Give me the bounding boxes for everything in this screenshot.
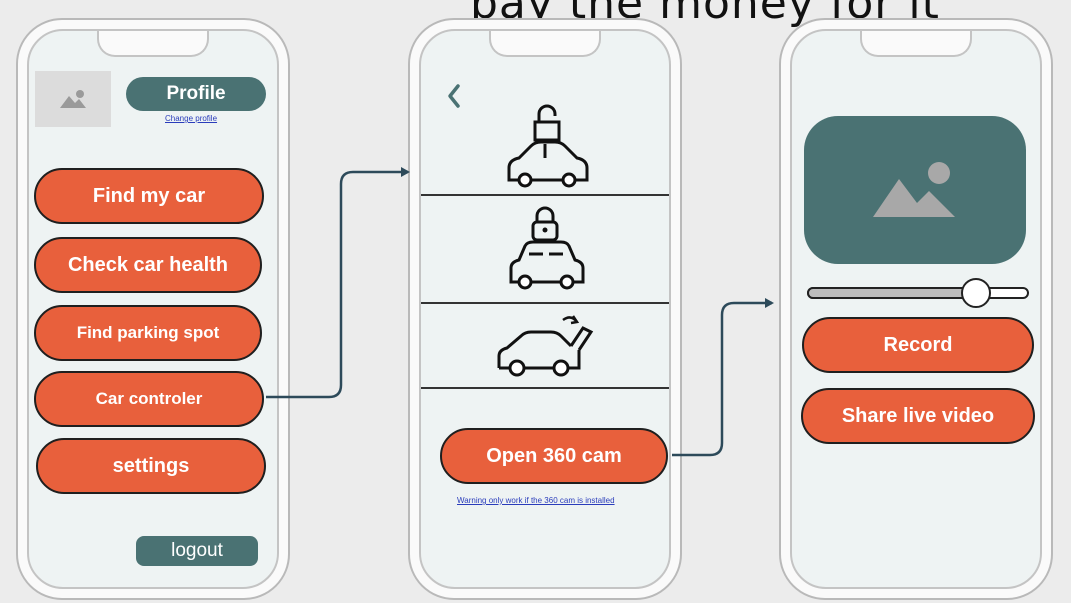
warning-360-cam-link[interactable]: Warning only work if the 360 cam is inst… xyxy=(457,496,615,505)
phone-notch xyxy=(489,31,601,57)
video-slider[interactable] xyxy=(807,278,1029,308)
phone-frame-camera: Record Share live video xyxy=(779,18,1053,600)
phone-notch xyxy=(860,31,972,57)
video-preview[interactable] xyxy=(804,116,1026,264)
find-my-car-button[interactable]: Find my car xyxy=(34,168,264,224)
car-control-screen: Open 360 cam Warning only work if the 36… xyxy=(419,29,671,589)
avatar-placeholder[interactable] xyxy=(35,71,111,127)
row-divider xyxy=(421,194,669,196)
car-unlock-icon xyxy=(507,104,589,188)
share-live-video-button[interactable]: Share live video xyxy=(801,388,1035,444)
camera-screen: Record Share live video xyxy=(790,29,1042,589)
row-divider xyxy=(421,302,669,304)
settings-button[interactable]: settings xyxy=(36,438,266,494)
phone-notch xyxy=(97,31,209,57)
car-controler-button[interactable]: Car controler xyxy=(34,371,264,427)
profile-button[interactable]: Profile xyxy=(126,77,266,111)
slider-fill xyxy=(807,287,976,299)
phone-frame-car-control: Open 360 cam Warning only work if the 36… xyxy=(408,18,682,600)
unlock-car-control[interactable] xyxy=(421,93,669,195)
image-placeholder-icon xyxy=(60,90,86,108)
flow-arrow-open-cam xyxy=(672,298,774,457)
check-car-health-button[interactable]: Check car health xyxy=(34,237,262,293)
trunk-car-control[interactable] xyxy=(421,305,669,389)
slider-thumb[interactable] xyxy=(961,278,991,308)
find-parking-spot-button[interactable]: Find parking spot xyxy=(34,305,262,361)
phone-frame-home: Profile Change profile Find my car Check… xyxy=(16,18,290,600)
lock-car-control[interactable] xyxy=(421,197,669,301)
record-button[interactable]: Record xyxy=(802,317,1034,373)
logout-button[interactable]: logout xyxy=(136,536,258,566)
car-trunk-open-icon xyxy=(497,315,594,377)
open-360-cam-button[interactable]: Open 360 cam xyxy=(440,428,668,484)
home-screen: Profile Change profile Find my car Check… xyxy=(27,29,279,589)
change-profile-link[interactable]: Change profile xyxy=(165,114,217,123)
image-placeholder-icon xyxy=(873,162,955,217)
row-divider xyxy=(421,387,669,389)
car-lock-icon xyxy=(509,206,585,290)
